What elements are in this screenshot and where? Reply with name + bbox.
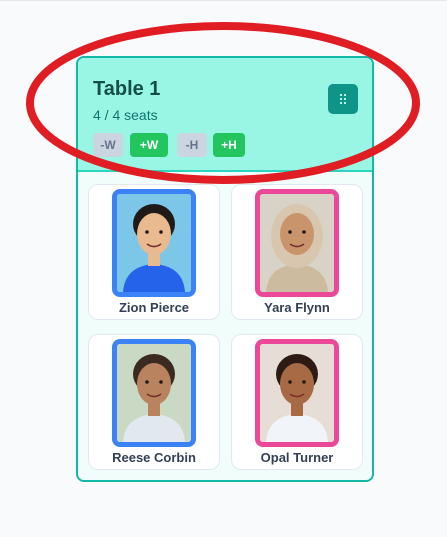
- increase-width-button[interactable]: +W: [130, 133, 168, 157]
- top-divider: [0, 0, 447, 1]
- decrease-height-button[interactable]: -H: [177, 133, 207, 157]
- decrease-width-button[interactable]: -W: [93, 133, 123, 157]
- student-name: Yara Flynn: [264, 300, 330, 315]
- student-photo: [255, 189, 339, 297]
- seat-card[interactable]: Yara Flynn: [231, 184, 363, 320]
- table-card[interactable]: Table 1 4 / 4 seats -W +W -H +H Zion Pie…: [76, 56, 374, 482]
- increase-height-button[interactable]: +H: [213, 133, 245, 157]
- student-name: Reese Corbin: [112, 450, 196, 465]
- table-header: Table 1 4 / 4 seats -W +W -H +H: [78, 58, 372, 172]
- seat-count: 4 / 4 seats: [93, 107, 158, 123]
- student-photo: [255, 339, 339, 447]
- table-title: Table 1: [93, 78, 161, 100]
- student-photo: [112, 339, 196, 447]
- seat-card[interactable]: Reese Corbin: [88, 334, 220, 470]
- student-photo: [112, 189, 196, 297]
- seat-card[interactable]: Zion Pierce: [88, 184, 220, 320]
- grip-dots-icon[interactable]: [328, 84, 358, 114]
- seat-card[interactable]: Opal Turner: [231, 334, 363, 470]
- student-name: Zion Pierce: [118, 300, 190, 315]
- student-name: Opal Turner: [260, 450, 334, 465]
